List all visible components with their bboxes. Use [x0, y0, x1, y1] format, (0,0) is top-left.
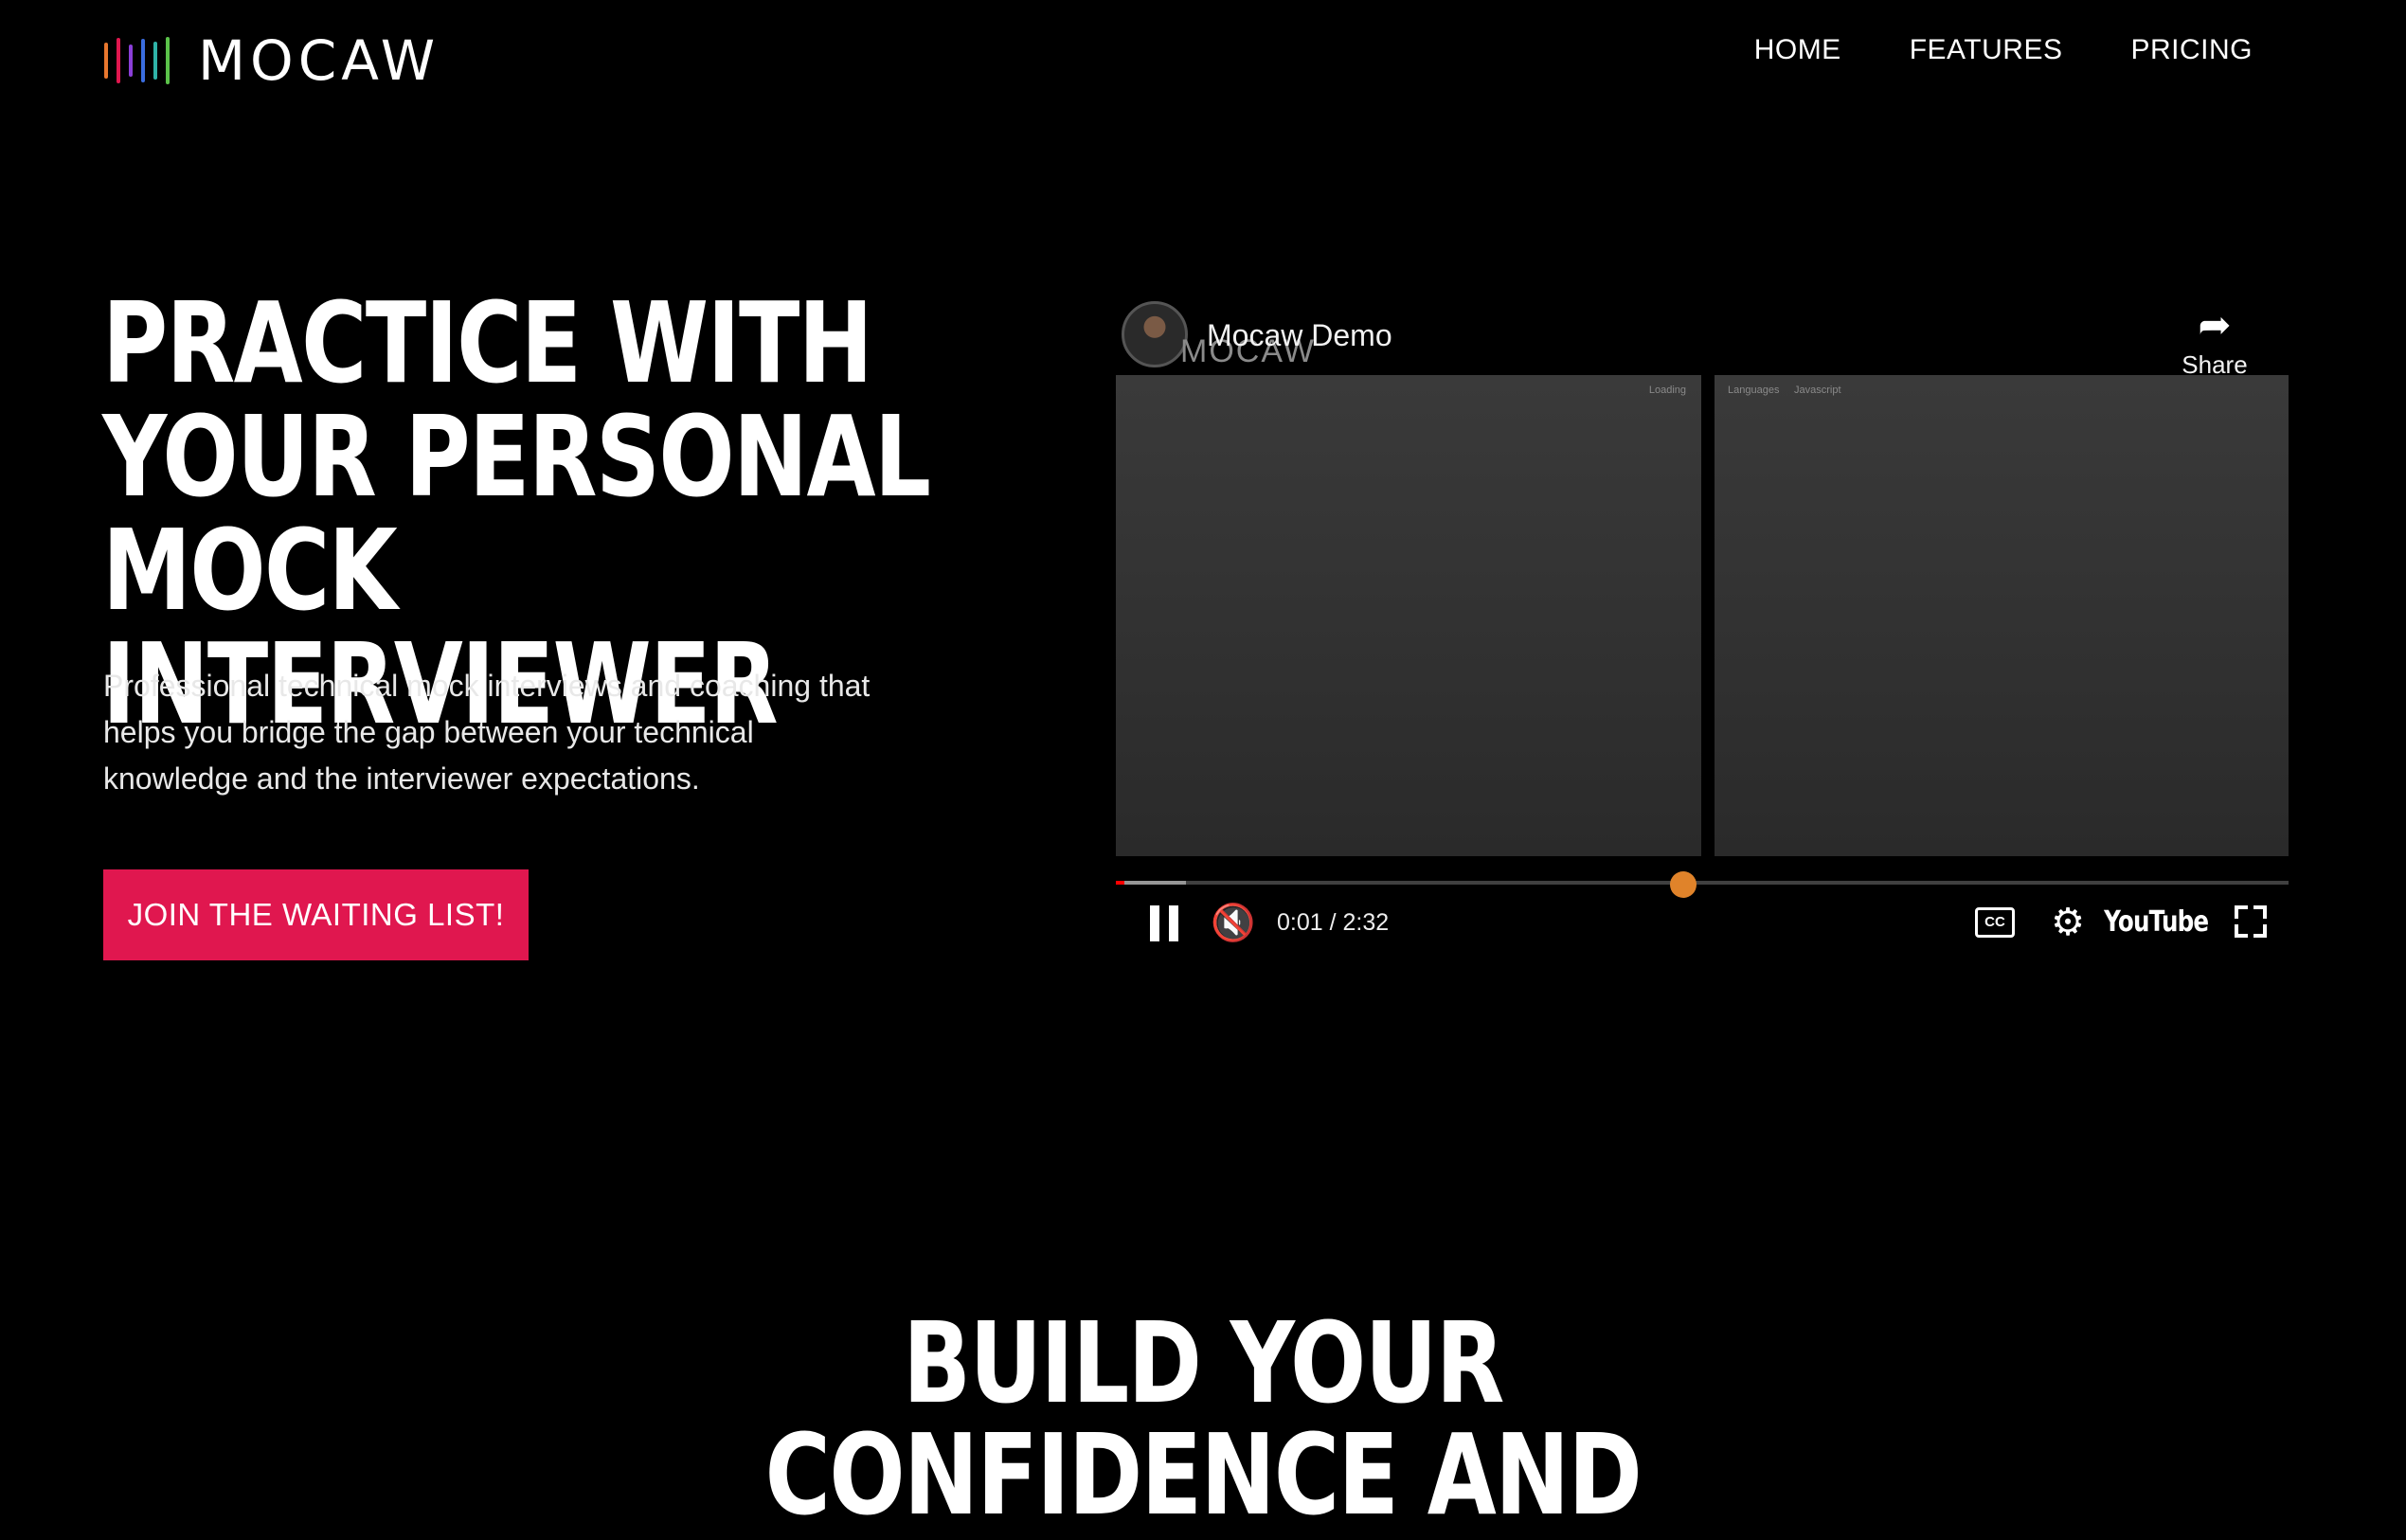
- youtube-logo[interactable]: YouTube: [2104, 905, 2209, 939]
- section-title-line: CONFIDENCE AND: [764, 1409, 1643, 1540]
- cc-icon[interactable]: CC: [1975, 907, 2015, 938]
- section-title-line: BUILD YOUR: [903, 1298, 1504, 1428]
- top-navigation: MOCAW HOME FEATURES PRICING: [0, 0, 2406, 114]
- video-progress-bar[interactable]: [1116, 881, 2289, 885]
- panel-status-text: Loading: [1648, 385, 1686, 396]
- logo-bar: [166, 37, 170, 84]
- video-header: MOCAW Mocaw Demo ➦ Share: [1114, 284, 2303, 379]
- channel-avatar[interactable]: [1122, 301, 1188, 367]
- fullscreen-icon[interactable]: [2235, 905, 2267, 938]
- video-controls: 🔇 0:01 / 2:32 CC ⚙ YouTube: [1114, 898, 2303, 966]
- section-title: BUILD YOUR CONFIDENCE AND: [0, 1307, 2406, 1531]
- nav-home-link[interactable]: HOME: [1754, 34, 1841, 66]
- video-frame-left-panel: Loading: [1116, 375, 1701, 856]
- logo-bars-icon: [104, 37, 170, 84]
- progress-buffered: [1116, 881, 1187, 885]
- progress-played: [1116, 881, 1124, 885]
- share-button[interactable]: ➦ Share: [2172, 303, 2257, 380]
- nav-features-link[interactable]: FEATURES: [1910, 34, 2063, 66]
- share-icon: ➦: [2198, 302, 2232, 347]
- nav-pricing-link[interactable]: PRICING: [2130, 34, 2253, 66]
- logo-bar: [153, 42, 157, 80]
- time-display: 0:01 / 2:32: [1277, 909, 1390, 936]
- logo-bar: [117, 38, 120, 83]
- panel-languages-label: Languages: [1728, 385, 1780, 396]
- brand-logo[interactable]: MOCAW: [104, 28, 440, 93]
- scrubber-handle[interactable]: [1670, 871, 1697, 898]
- video-player[interactable]: MOCAW Mocaw Demo ➦ Share Loading Languag…: [1114, 284, 2303, 966]
- logo-bar: [129, 45, 133, 77]
- hero-title-line: YOUR PERSONAL: [102, 391, 931, 522]
- join-waiting-list-button[interactable]: JOIN THE WAITING LIST!: [103, 869, 529, 960]
- video-title[interactable]: Mocaw Demo: [1207, 318, 1392, 353]
- nav-links: HOME FEATURES PRICING: [1754, 34, 2253, 66]
- brand-name: MOCAW: [198, 28, 440, 93]
- settings-icon[interactable]: ⚙: [2051, 902, 2085, 943]
- pause-icon[interactable]: [1150, 905, 1180, 941]
- panel-language-value: Javascript: [1794, 385, 1841, 396]
- logo-bar: [104, 43, 108, 79]
- mute-icon[interactable]: 🔇: [1211, 904, 1255, 943]
- video-frame-right-panel: Languages Javascript: [1715, 375, 2289, 856]
- hero-title-line: PRACTICE WITH: [102, 278, 873, 408]
- logo-bar: [141, 39, 145, 82]
- hero-subtitle: Professional technical mock interviews a…: [103, 669, 871, 796]
